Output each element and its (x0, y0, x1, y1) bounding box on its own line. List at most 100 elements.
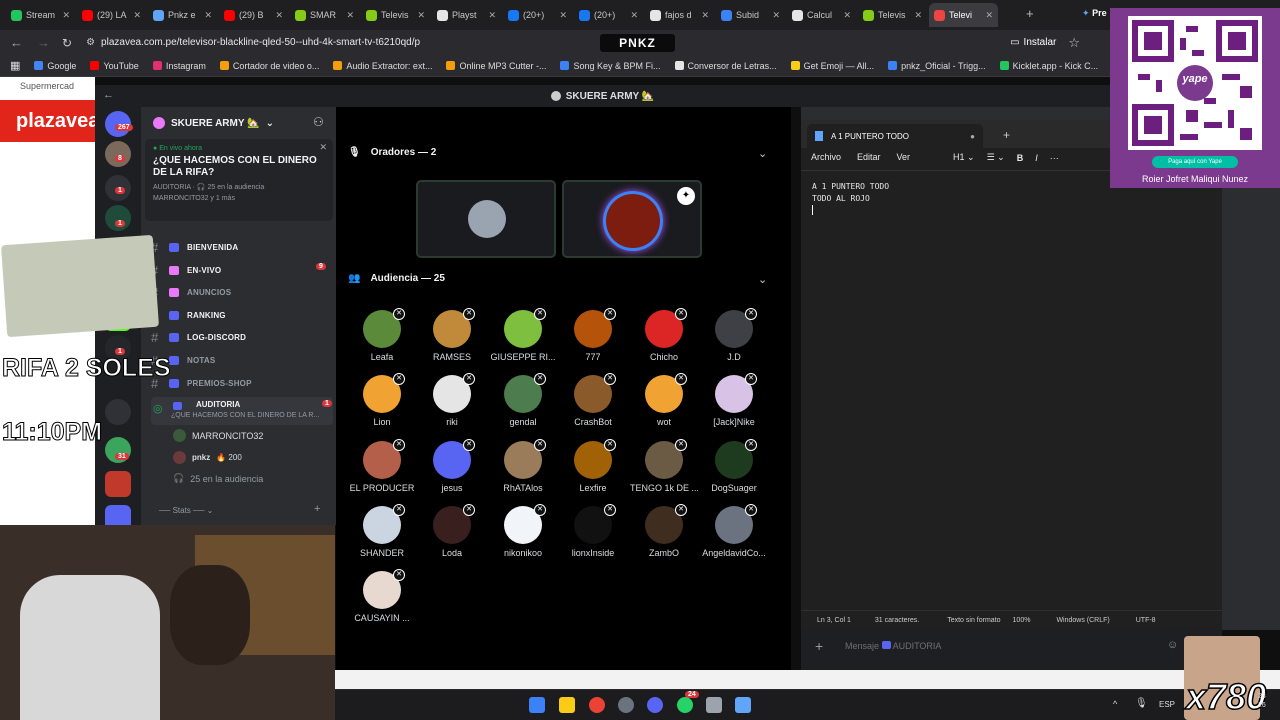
audience-member[interactable]: ✕ gendal (489, 373, 557, 427)
discord-back-icon[interactable]: ← (103, 89, 114, 101)
bookmark-item[interactable]: Song Key & BPM Fi... (560, 61, 661, 71)
add-channel-icon[interactable]: + (314, 503, 320, 515)
chevron-down-icon[interactable]: ⌄ (758, 147, 767, 160)
audience-member[interactable]: ✕ AngeldavidCo... (700, 503, 768, 558)
reload-icon[interactable]: ↻ (62, 36, 72, 50)
audience-member[interactable]: ✕ CrashBot (559, 373, 627, 427)
back-icon[interactable]: ← (10, 35, 23, 50)
speaker-tile[interactable] (416, 180, 556, 258)
server-icon-2[interactable] (105, 141, 131, 167)
close-icon[interactable]: ✕ (319, 142, 327, 153)
bookmark-item[interactable]: Get Emoji — All... (790, 61, 874, 71)
bookmark-item[interactable]: pnkz_Oficial - Trigg... (888, 61, 986, 71)
browser-tab[interactable]: (20+) ✕ (503, 3, 572, 27)
attach-icon[interactable]: + (815, 638, 823, 654)
browser-tab[interactable]: Stream ✕ (6, 3, 75, 27)
tab-close-icon[interactable]: ✕ (346, 10, 354, 21)
message-input[interactable]: Mensaje AUDITORIA (845, 641, 941, 651)
notepad-editor[interactable]: A 1 PUNTERO TODO TODO AL ROJO (812, 181, 889, 215)
audience-member[interactable]: ✕ [Jack]Nike (700, 373, 768, 427)
plazavea-tab[interactable]: Supermercad (0, 81, 95, 97)
tab-close-icon[interactable]: ✕ (914, 10, 922, 21)
notepad-taskbar-icon[interactable] (735, 697, 751, 713)
list-icon[interactable]: ☰ ⌄ (987, 152, 1005, 163)
menu-editar[interactable]: Editar (857, 152, 881, 162)
audience-member[interactable]: ✕ nikonikoo (489, 503, 557, 558)
audience-member[interactable]: ✕ riki (418, 373, 486, 427)
browser-tab[interactable]: Subid ✕ (716, 3, 785, 27)
bookmark-item[interactable]: Online MP3 Cutter -... (446, 61, 546, 71)
start-icon[interactable] (529, 697, 545, 713)
tab-close-icon[interactable]: ✕ (62, 10, 70, 21)
audience-member[interactable]: ✕ GIUSEPPE RI... (489, 308, 557, 362)
browser-tab[interactable]: SMAR ✕ (290, 3, 359, 27)
install-button[interactable]: ▭ Instalar (1010, 37, 1056, 48)
tab-close-icon[interactable]: ✕ (701, 10, 709, 21)
url-field[interactable]: plazavea.com.pe/televisor-blackline-qled… (101, 37, 420, 48)
server-icon-4[interactable] (105, 205, 131, 231)
notepad-tab[interactable]: A 1 PUNTERO TODO ● (807, 124, 983, 148)
browser-tab[interactable]: (29) B ✕ (219, 3, 288, 27)
bookmark-item[interactable]: Instagram (152, 61, 206, 71)
tab-close-icon[interactable]: ✕ (772, 10, 780, 21)
notepad-new-tab-button[interactable]: + (1003, 128, 1010, 142)
audience-header[interactable]: 👥 Audiencia — 25 (348, 273, 445, 284)
tray-chevron-icon[interactable]: ^ (1113, 699, 1117, 709)
italic-icon[interactable]: I (1035, 153, 1038, 163)
browser-tab[interactable]: Calcul ✕ (787, 3, 856, 27)
audience-member[interactable]: ✕ Lexfire (559, 438, 627, 493)
emoji-icon[interactable]: ☺ (1167, 639, 1178, 651)
menu-ver[interactable]: Ver (897, 152, 911, 162)
stage-member-row[interactable]: pnkz 🔥 200 (173, 451, 242, 464)
bookmark-item[interactable]: Audio Extractor: ext... (333, 61, 432, 71)
bold-icon[interactable]: B (1017, 153, 1024, 163)
tab-close-icon[interactable]: ✕ (985, 10, 993, 21)
audience-member[interactable]: ✕ TENGO 1k DE ... (630, 438, 698, 493)
file-explorer-icon[interactable] (559, 697, 575, 713)
more-icon[interactable]: ··· (1050, 153, 1059, 163)
speaker-tile[interactable]: ✦ (562, 180, 702, 258)
browser-tab[interactable]: (20+) ✕ (574, 3, 643, 27)
browser-tab[interactable]: Televis ✕ (858, 3, 927, 27)
audience-member[interactable]: ✕ jesus (418, 438, 486, 493)
tab-close-icon[interactable]: ✕ (559, 10, 567, 21)
server-icon-7[interactable] (105, 399, 131, 425)
browser-tab[interactable]: Televi ✕ (929, 3, 998, 27)
heading-select[interactable]: H1 ⌄ (953, 152, 975, 163)
channel-item[interactable]: # BIENVENIDA (151, 240, 331, 255)
live-now-card[interactable]: ● En vivo ahora ¿QUE HACEMOS CON EL DINE… (145, 139, 333, 221)
audience-member[interactable]: ✕ Loda (418, 503, 486, 558)
tab-close-icon[interactable]: ✕ (204, 10, 212, 21)
discord-icon[interactable] (647, 697, 663, 713)
bookmark-item[interactable]: Kicklet.app - Kick C... (999, 61, 1098, 71)
audience-member[interactable]: ✕ CAUSAYIN ... (348, 569, 416, 623)
chevron-down-icon[interactable]: ⌄ (758, 273, 767, 286)
audience-member[interactable]: ✕ ZambO (630, 503, 698, 558)
audience-member[interactable]: ✕ 777 (559, 308, 627, 362)
tab-close-icon[interactable]: ✕ (417, 10, 425, 21)
extra-tab[interactable]: ✦ Pre (1082, 8, 1107, 19)
tab-close-icon[interactable]: ✕ (488, 10, 496, 21)
add-friend-icon[interactable]: ⚇ (313, 115, 324, 129)
stage-channel-row[interactable]: ◎ AUDITORIA ¿QUE HACEMOS CON EL DINERO D… (151, 397, 333, 425)
audience-member[interactable]: ✕ Lion (348, 373, 416, 427)
speakers-header[interactable]: 🎙 Oradores — 2 (348, 147, 436, 158)
browser-tab[interactable]: (29) LA ✕ (77, 3, 146, 27)
menu-archivo[interactable]: Archivo (811, 152, 841, 162)
obs-icon[interactable] (618, 697, 634, 713)
browser-tab[interactable]: Televis ✕ (361, 3, 430, 27)
audience-member[interactable]: ✕ lionxInside (559, 503, 627, 558)
audience-member[interactable]: ✕ Leafa (348, 308, 416, 362)
bookmark-star-icon[interactable]: ☆ (1068, 35, 1080, 51)
server-icon-9[interactable] (105, 471, 131, 497)
tab-close-icon[interactable]: ✕ (843, 10, 851, 21)
whatsapp-icon[interactable] (677, 697, 693, 713)
bookmark-item[interactable]: Google (34, 61, 76, 71)
tab-close-icon[interactable]: ✕ (630, 10, 638, 21)
audience-member[interactable]: ✕ EL PRODUCER (348, 438, 416, 493)
stage-member-row[interactable]: MARRONCITO32 (173, 429, 263, 442)
audience-member[interactable]: ✕ SHANDER (348, 503, 416, 558)
chrome-icon[interactable] (589, 697, 605, 713)
bookmark-item[interactable]: Conversor de Letras... (674, 61, 777, 71)
channel-item[interactable]: #RANKING (151, 308, 331, 323)
